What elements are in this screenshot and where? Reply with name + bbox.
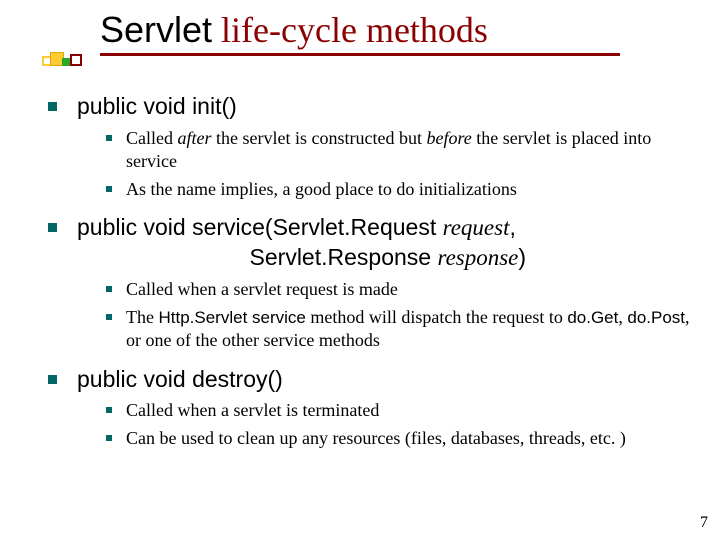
list-item-text: Called after the servlet is constructed … <box>126 127 690 174</box>
list-item: Called when a servlet is terminated <box>106 399 690 422</box>
title-keyword: Servlet <box>100 9 212 50</box>
list-item: Called when a servlet request is made <box>106 278 690 301</box>
list-item-text: Called when a servlet request is made <box>126 278 398 301</box>
list-item-text: Can be used to clean up any resources (f… <box>126 427 626 450</box>
list-item-text: Called when a servlet is terminated <box>126 399 379 422</box>
section-heading: public void service(Servlet.Request requ… <box>77 213 526 273</box>
slide-body: public void init() Called after the servl… <box>48 80 690 454</box>
list-item: As the name implies, a good place to do … <box>106 178 690 201</box>
section: public void init() Called after the servl… <box>48 92 690 201</box>
bullet-icon <box>48 102 57 111</box>
bullet-icon <box>106 286 112 292</box>
bullet-icon <box>48 223 57 232</box>
list-item: The Http.Servlet service method will dis… <box>106 306 690 353</box>
slide: Servlet life-cycle methods public void i… <box>0 0 720 540</box>
page-number: 7 <box>700 514 708 532</box>
bullet-icon <box>106 186 112 192</box>
title-underline <box>100 53 620 56</box>
section-heading: public void destroy() <box>77 365 283 394</box>
list-item: Can be used to clean up any resources (f… <box>106 427 690 450</box>
section-heading: public void init() <box>77 92 237 121</box>
bullet-icon <box>106 435 112 441</box>
list-item-text: As the name implies, a good place to do … <box>126 178 517 201</box>
bullet-icon <box>48 375 57 384</box>
bullet-icon <box>106 135 112 141</box>
list-item: Called after the servlet is constructed … <box>106 127 690 174</box>
bullet-icon <box>106 407 112 413</box>
slide-title: Servlet life-cycle methods <box>0 10 720 56</box>
title-rest: life-cycle methods <box>212 10 488 50</box>
section: public void service(Servlet.Request requ… <box>48 213 690 353</box>
section: public void destroy() Called when a servl… <box>48 365 690 451</box>
bullet-icon <box>106 314 112 320</box>
list-item-text: The Http.Servlet service method will dis… <box>126 306 690 353</box>
